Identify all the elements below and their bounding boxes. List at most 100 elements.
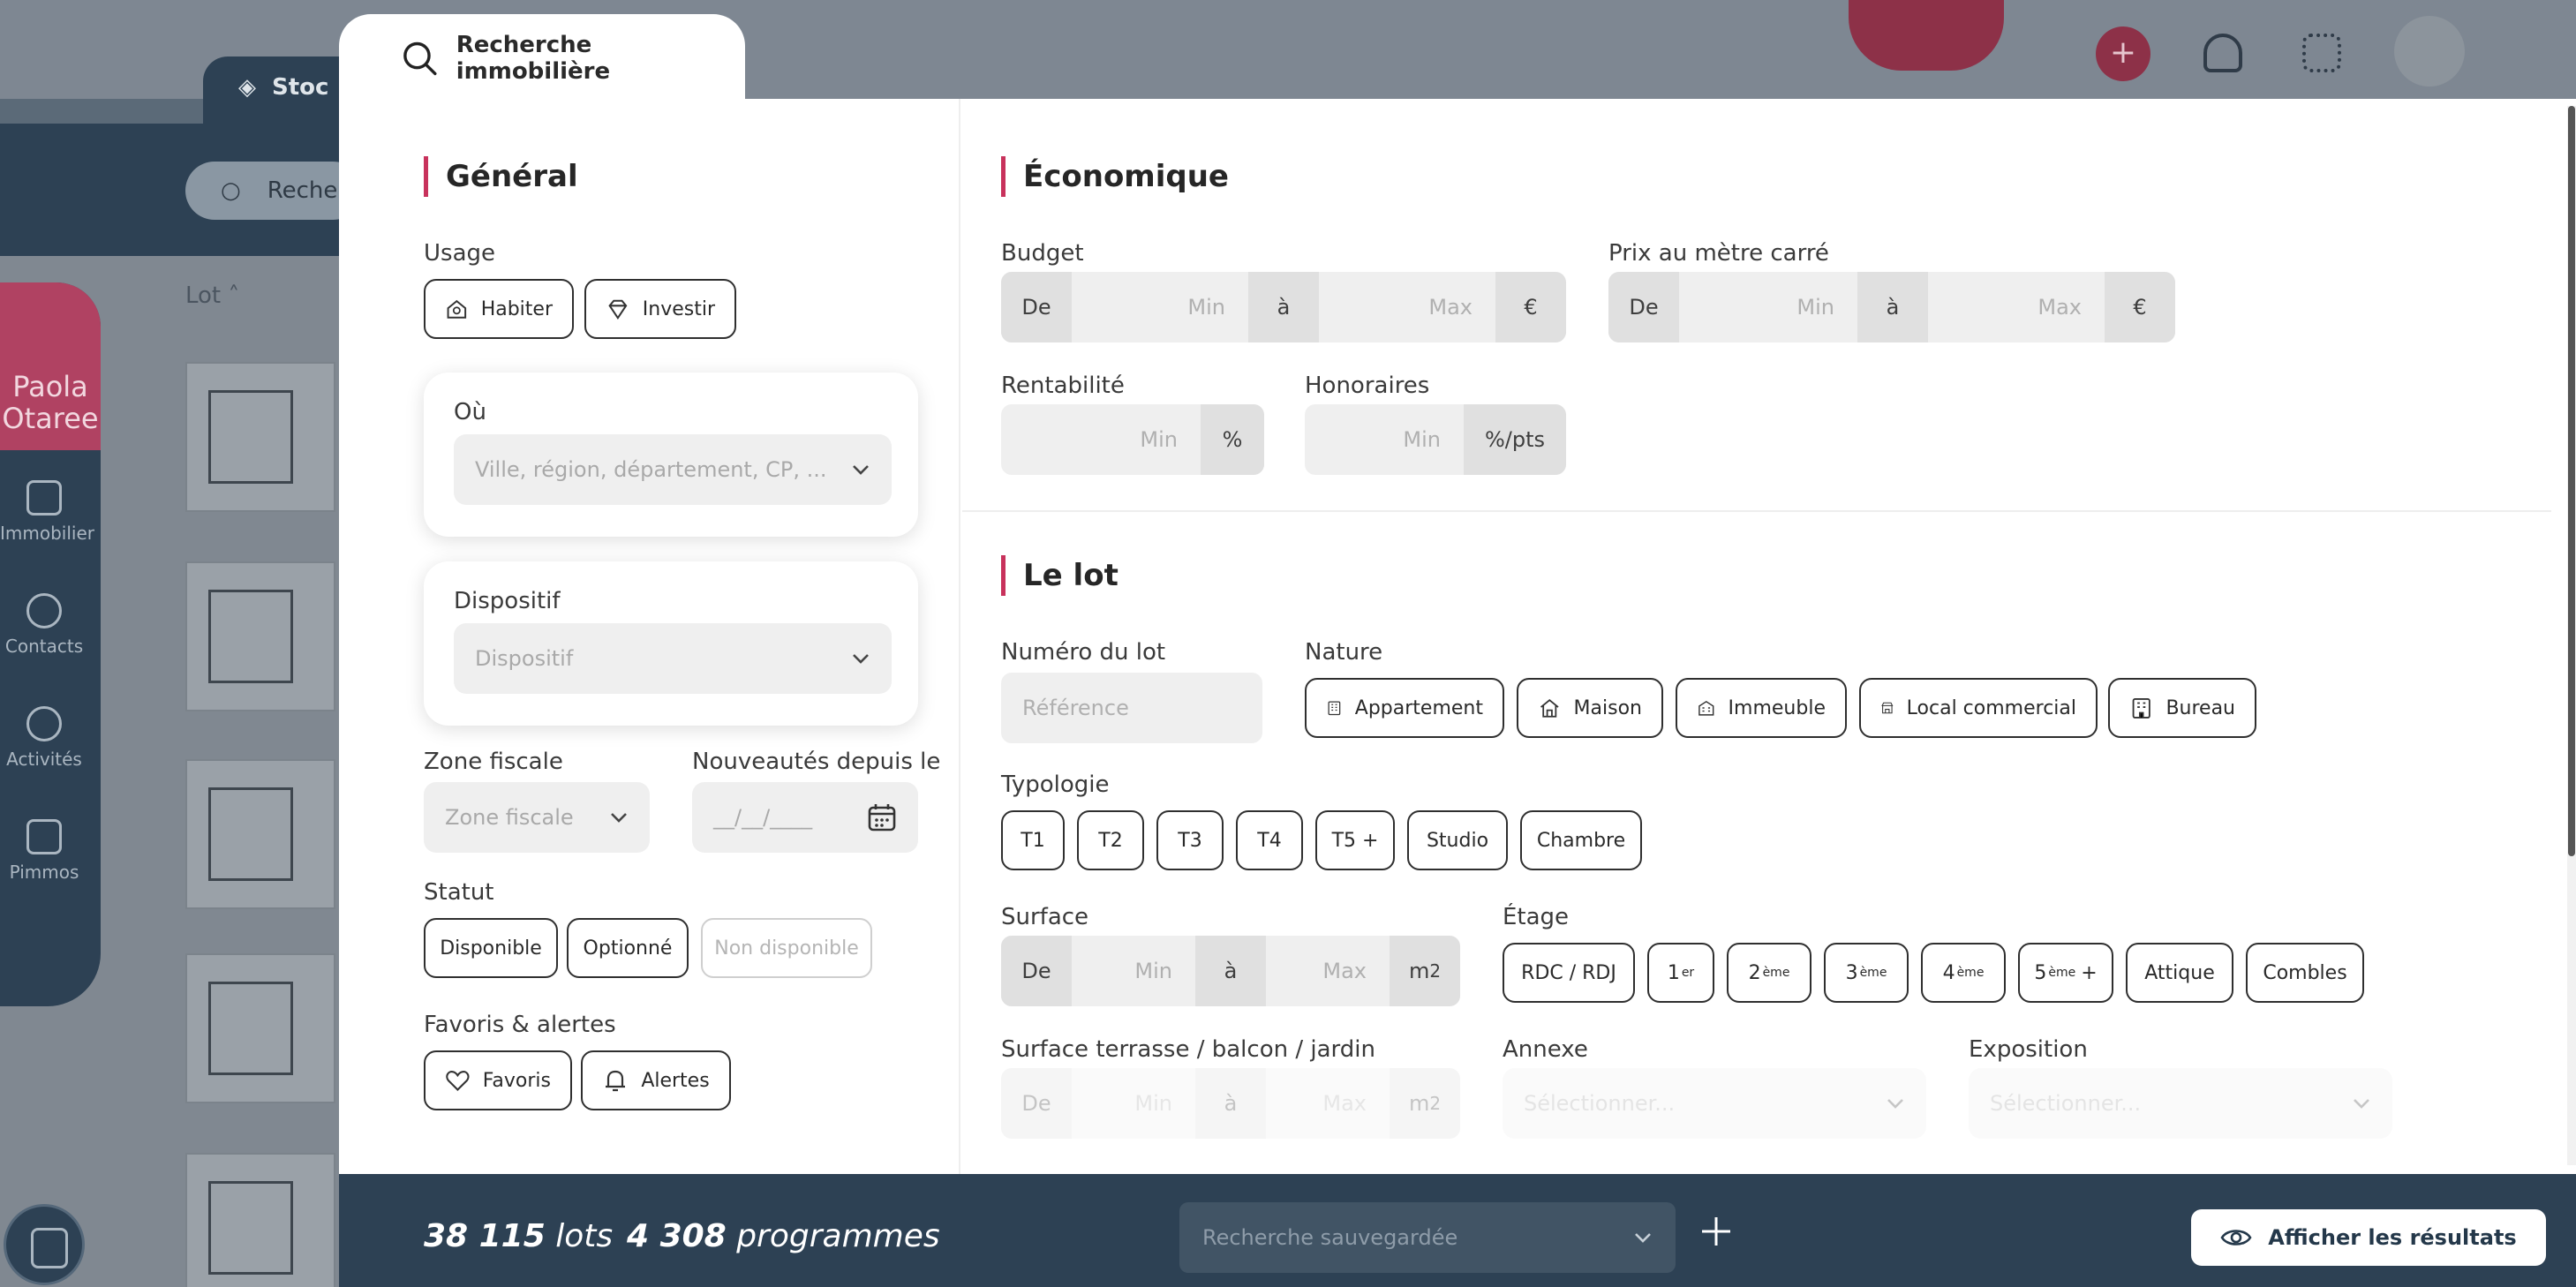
chip-label: T4 bbox=[1257, 829, 1282, 852]
etage-5-chip[interactable]: 5 ème + bbox=[2018, 943, 2113, 1003]
typologie-chambre-chip[interactable]: Chambre bbox=[1520, 810, 1642, 870]
surface-min-input[interactable]: Min bbox=[1072, 936, 1195, 1006]
background-search[interactable]: ○ Reche bbox=[185, 162, 362, 220]
show-results-button[interactable]: Afficher les résultats bbox=[2191, 1209, 2546, 1266]
typologie-studio-chip[interactable]: Studio bbox=[1407, 810, 1508, 870]
modal-title: Recherche immobilière bbox=[456, 32, 611, 85]
sidebar-item-contacts[interactable]: Contacts bbox=[0, 593, 88, 657]
eye-icon bbox=[2220, 1230, 2252, 1246]
prix-min-input[interactable]: Min bbox=[1679, 272, 1857, 342]
honoraires-min-input[interactable]: Min bbox=[1305, 404, 1464, 475]
budget-min-input[interactable]: Min bbox=[1072, 272, 1248, 342]
nature-maison-chip[interactable]: Maison bbox=[1517, 678, 1663, 738]
floorplan-thumbnail[interactable] bbox=[185, 561, 335, 711]
lots-count: 38 115 lots bbox=[424, 1218, 613, 1254]
budget-label: Budget bbox=[1001, 240, 1084, 267]
incognito-icon[interactable] bbox=[2203, 34, 2242, 72]
nouveautes-label: Nouveautés depuis le bbox=[692, 749, 941, 775]
create-button[interactable]: + bbox=[2096, 26, 2150, 81]
usage-investir-chip[interactable]: Investir bbox=[584, 279, 736, 339]
results-bar: 38 115 lots 4 308 programmes Recherche s… bbox=[339, 1174, 2576, 1287]
alertes-chip[interactable]: Alertes bbox=[581, 1050, 731, 1110]
etage-2-chip[interactable]: 2 ème bbox=[1727, 943, 1811, 1003]
floorplan-thumbnail[interactable] bbox=[185, 953, 335, 1103]
chip-label: T1 bbox=[1021, 829, 1045, 852]
rentabilite-min-input[interactable]: Min bbox=[1001, 404, 1201, 475]
sidebar-user[interactable]: Paola Otaree bbox=[0, 282, 101, 450]
chip-label: Investir bbox=[642, 297, 715, 320]
statut-optionne-chip[interactable]: Optionné bbox=[567, 918, 689, 978]
ou-card: Où Ville, région, département, CP, ... bbox=[424, 373, 918, 537]
programmes-word: programmes bbox=[736, 1218, 940, 1254]
sidebar-item-activites[interactable]: Activités bbox=[0, 706, 88, 770]
saved-search-select[interactable]: Recherche sauvegardée bbox=[1179, 1202, 1676, 1273]
numero-lot-label: Numéro du lot bbox=[1001, 639, 1166, 666]
nature-local-commercial-chip[interactable]: Local commercial bbox=[1859, 678, 2098, 738]
terrasse-max-input[interactable]: Max bbox=[1266, 1068, 1390, 1139]
floorplan-thumbnail[interactable] bbox=[185, 1153, 335, 1287]
statut-disponible-chip[interactable]: Disponible bbox=[424, 918, 558, 978]
lots-word: lots bbox=[555, 1218, 614, 1254]
chip-label: Alertes bbox=[641, 1069, 710, 1092]
dispositif-select[interactable]: Dispositif bbox=[454, 623, 892, 694]
surface-max-input[interactable]: Max bbox=[1266, 936, 1390, 1006]
numero-lot-input[interactable]: Référence bbox=[1001, 673, 1262, 743]
typologie-t5-chip[interactable]: T5 + bbox=[1315, 810, 1395, 870]
rentabilite-label: Rentabilité bbox=[1001, 373, 1125, 399]
typologie-t3-chip[interactable]: T3 bbox=[1156, 810, 1224, 870]
scrollbar[interactable] bbox=[2567, 106, 2576, 1165]
etage-4-chip[interactable]: 4 ème bbox=[1921, 943, 2006, 1003]
terrasse-label: Surface terrasse / balcon / jardin bbox=[1001, 1036, 1375, 1063]
etage-1-chip[interactable]: 1 er bbox=[1647, 943, 1714, 1003]
chip-label: Maison bbox=[1573, 696, 1642, 719]
right-panel: Économique Budget De Min à Max € Prix au… bbox=[962, 99, 2576, 1174]
etage-attique-chip[interactable]: Attique bbox=[2126, 943, 2233, 1003]
floorplan-thumbnail[interactable] bbox=[185, 759, 335, 909]
typologie-t1-chip[interactable]: T1 bbox=[1001, 810, 1065, 870]
add-saved-search-button[interactable] bbox=[1699, 1213, 1734, 1257]
calendar-icon[interactable] bbox=[867, 802, 897, 832]
exposition-select[interactable]: Sélectionner... bbox=[1969, 1068, 2392, 1139]
chip-label: T2 bbox=[1098, 829, 1123, 852]
chip-label: Chambre bbox=[1536, 829, 1626, 852]
annexe-select[interactable]: Sélectionner... bbox=[1503, 1068, 1926, 1139]
budget-max-input[interactable]: Max bbox=[1319, 272, 1495, 342]
ou-select[interactable]: Ville, région, département, CP, ... bbox=[454, 434, 892, 505]
nature-appartement-chip[interactable]: Appartement bbox=[1305, 678, 1504, 738]
lot-sort-label[interactable]: Lot ˄ bbox=[185, 282, 239, 309]
zone-fiscale-placeholder: Zone fiscale bbox=[445, 805, 574, 830]
statut-non-disponible-chip[interactable]: Non disponible bbox=[701, 918, 872, 978]
apps-grid-icon[interactable] bbox=[2302, 34, 2341, 72]
notification-tab[interactable] bbox=[1849, 0, 2004, 71]
usage-habiter-chip[interactable]: Habiter bbox=[424, 279, 574, 339]
range-a-label: à bbox=[1195, 936, 1266, 1006]
favoris-chip[interactable]: Favoris bbox=[424, 1050, 572, 1110]
zone-fiscale-select[interactable]: Zone fiscale bbox=[424, 782, 650, 853]
nature-bureau-chip[interactable]: Bureau bbox=[2108, 678, 2256, 738]
unit-label: m2 bbox=[1390, 936, 1460, 1006]
scrollbar-thumb[interactable] bbox=[2568, 106, 2575, 856]
chip-label: Habiter bbox=[480, 297, 553, 320]
etage-rdc-chip[interactable]: RDC / RDJ bbox=[1503, 943, 1635, 1003]
typologie-t2-chip[interactable]: T2 bbox=[1077, 810, 1144, 870]
chip-sup: er bbox=[1681, 966, 1695, 980]
chevron-down-icon bbox=[611, 813, 627, 823]
etage-combles-chip[interactable]: Combles bbox=[2246, 943, 2364, 1003]
date-input[interactable]: __/__/____ bbox=[692, 782, 918, 853]
typologie-t4-chip[interactable]: T4 bbox=[1236, 810, 1303, 870]
chip-label: Combles bbox=[2263, 961, 2347, 984]
typologie-label: Typologie bbox=[1001, 771, 1110, 798]
terrasse-min-input[interactable]: Min bbox=[1072, 1068, 1195, 1139]
rentabilite-range: Min % bbox=[1001, 404, 1264, 475]
sidebar-item-immobilier[interactable]: Immobilier bbox=[0, 480, 94, 544]
chip-label: Disponible bbox=[440, 937, 542, 960]
chat-button[interactable] bbox=[4, 1204, 85, 1285]
etage-3-chip[interactable]: 3 ème bbox=[1824, 943, 1909, 1003]
general-panel: Général Usage Habiter Investir Où Ville,… bbox=[339, 99, 960, 1174]
honoraires-label: Honoraires bbox=[1305, 373, 1430, 399]
sidebar-item-pimmos[interactable]: Pimmos bbox=[0, 819, 88, 883]
prix-max-input[interactable]: Max bbox=[1928, 272, 2105, 342]
floorplan-thumbnail[interactable] bbox=[185, 362, 335, 512]
avatar[interactable] bbox=[2394, 16, 2465, 87]
nature-immeuble-chip[interactable]: Immeuble bbox=[1676, 678, 1847, 738]
